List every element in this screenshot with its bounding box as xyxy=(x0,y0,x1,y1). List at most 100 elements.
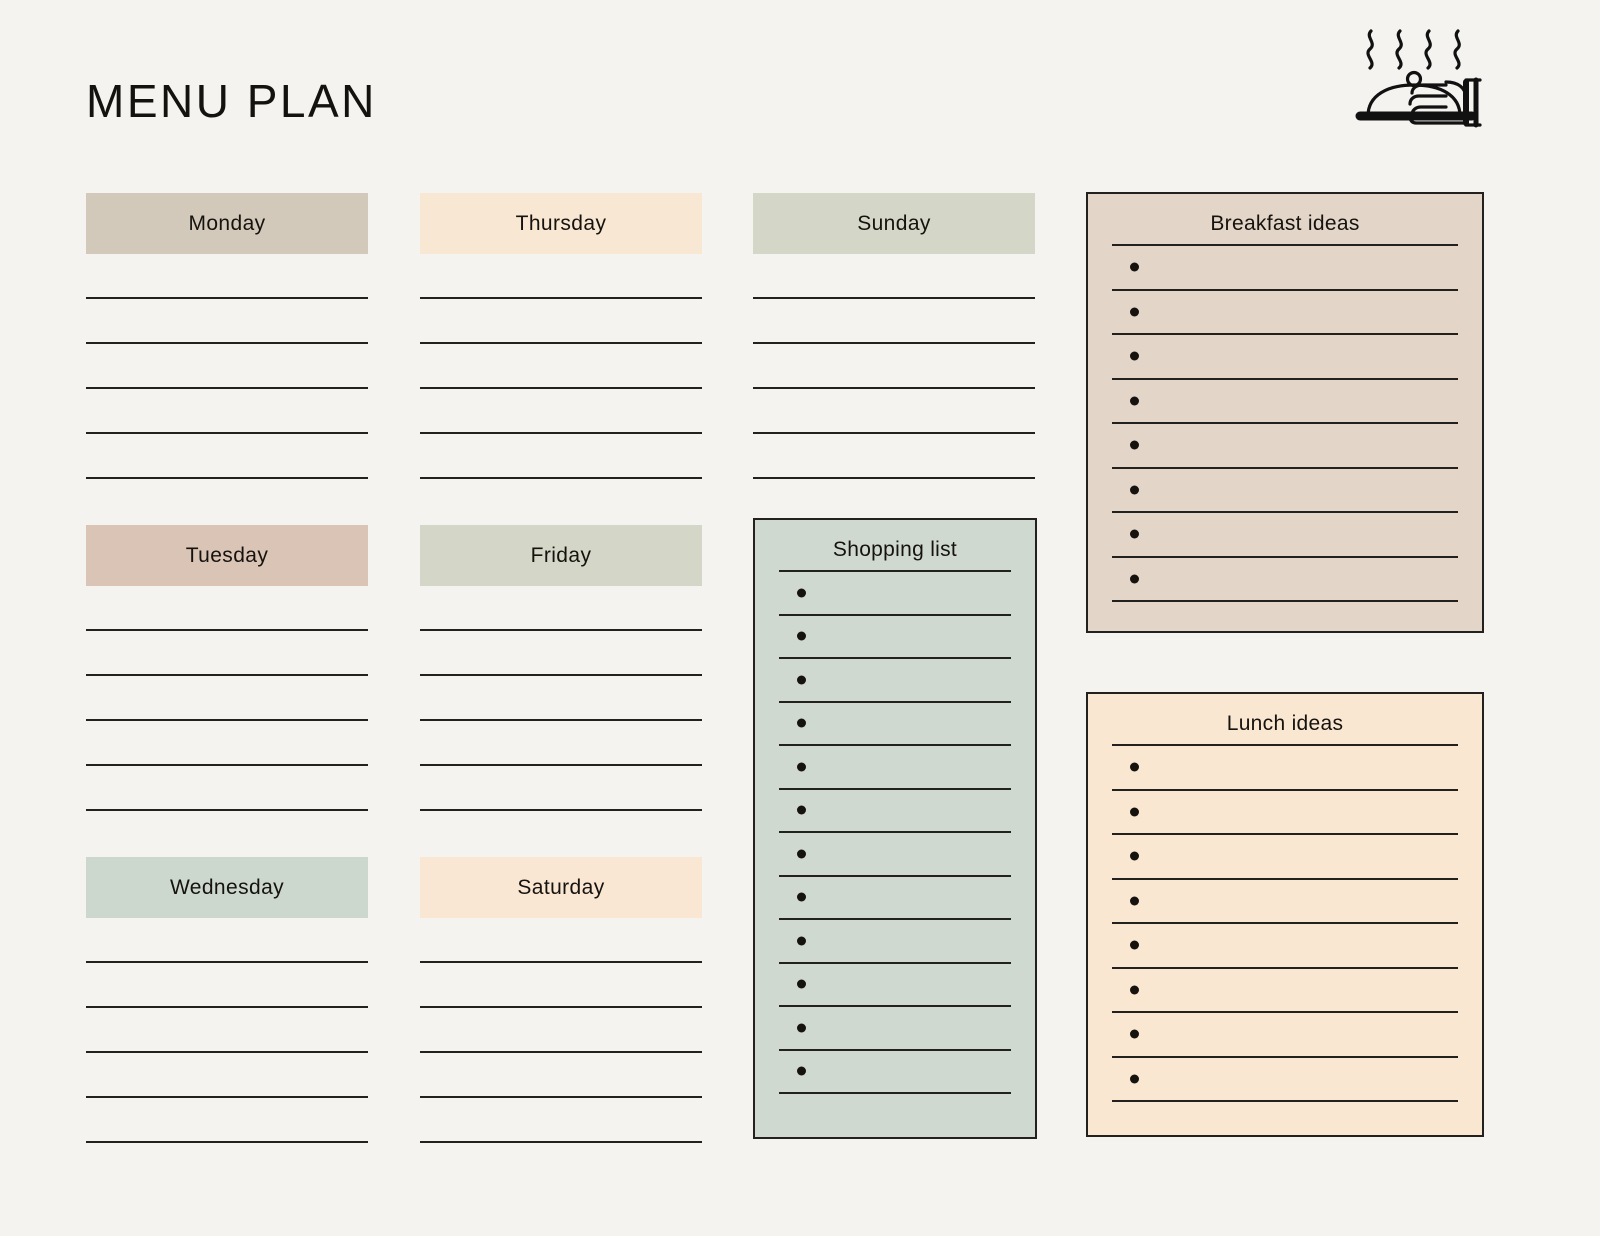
write-line[interactable] xyxy=(753,389,1035,434)
list-item[interactable] xyxy=(1112,835,1458,880)
write-line[interactable] xyxy=(420,254,702,299)
bullet-icon xyxy=(797,849,806,859)
day-header-wednesday[interactable]: Wednesday xyxy=(86,857,368,918)
write-line[interactable] xyxy=(86,586,368,631)
bullet-icon xyxy=(797,631,806,641)
day-header-thursday[interactable]: Thursday xyxy=(420,193,702,254)
write-line[interactable] xyxy=(420,766,702,811)
list-item[interactable] xyxy=(779,1051,1011,1094)
write-line[interactable] xyxy=(420,918,702,963)
list-item[interactable] xyxy=(779,920,1011,964)
list-item[interactable] xyxy=(779,790,1011,833)
write-line[interactable] xyxy=(86,676,368,721)
day-header-friday[interactable]: Friday xyxy=(420,525,702,586)
list-item[interactable] xyxy=(1112,469,1458,513)
write-line[interactable] xyxy=(753,434,1035,479)
write-line[interactable] xyxy=(86,1053,368,1098)
write-line[interactable] xyxy=(753,299,1035,344)
list-item[interactable] xyxy=(1112,1058,1458,1102)
day-header-saturday[interactable]: Saturday xyxy=(420,857,702,918)
day-lines-tuesday xyxy=(86,586,368,811)
list-item[interactable] xyxy=(1112,880,1458,924)
day-lines-wednesday xyxy=(86,918,368,1143)
day-header-sunday[interactable]: Sunday xyxy=(753,193,1035,254)
list-item[interactable] xyxy=(779,572,1011,616)
list-item[interactable] xyxy=(1112,335,1458,380)
day-header-tuesday[interactable]: Tuesday xyxy=(86,525,368,586)
list-item[interactable] xyxy=(1112,791,1458,835)
list-item[interactable] xyxy=(779,1007,1011,1051)
write-line[interactable] xyxy=(86,918,368,963)
write-line[interactable] xyxy=(420,1098,702,1143)
list-item[interactable] xyxy=(779,703,1011,746)
bullet-icon xyxy=(797,979,806,989)
write-line[interactable] xyxy=(420,586,702,631)
write-line[interactable] xyxy=(86,766,368,811)
day-label-tuesday: Tuesday xyxy=(185,543,269,567)
write-line[interactable] xyxy=(420,344,702,389)
bullet-icon xyxy=(1130,896,1139,906)
day-block-tuesday: Tuesday xyxy=(86,525,368,811)
list-item[interactable] xyxy=(779,616,1011,659)
day-label-saturday: Saturday xyxy=(517,875,605,899)
day-block-wednesday: Wednesday xyxy=(86,857,368,1143)
list-item[interactable] xyxy=(779,964,1011,1007)
write-line[interactable] xyxy=(86,631,368,676)
write-line[interactable] xyxy=(753,254,1035,299)
breakfast-ideas-title: Breakfast ideas xyxy=(1112,194,1458,246)
write-line[interactable] xyxy=(420,389,702,434)
bullet-icon xyxy=(797,588,806,598)
write-line[interactable] xyxy=(86,254,368,299)
day-block-saturday: Saturday xyxy=(420,857,702,1143)
list-item[interactable] xyxy=(1112,969,1458,1013)
serving-tray-icon xyxy=(1354,22,1490,137)
write-line[interactable] xyxy=(86,1098,368,1143)
write-line[interactable] xyxy=(86,963,368,1008)
write-line[interactable] xyxy=(86,389,368,434)
list-item[interactable] xyxy=(1112,380,1458,424)
list-item[interactable] xyxy=(1112,513,1458,558)
list-item[interactable] xyxy=(1112,291,1458,335)
day-block-sunday: Sunday xyxy=(753,193,1035,479)
write-line[interactable] xyxy=(420,676,702,721)
write-line[interactable] xyxy=(420,963,702,1008)
write-line[interactable] xyxy=(420,299,702,344)
lunch-ideas-rows xyxy=(1112,746,1458,1102)
day-lines-saturday xyxy=(420,918,702,1143)
write-line[interactable] xyxy=(420,631,702,676)
day-block-thursday: Thursday xyxy=(420,193,702,479)
day-block-monday: Monday xyxy=(86,193,368,479)
bullet-icon xyxy=(1130,574,1139,584)
list-item[interactable] xyxy=(779,877,1011,920)
list-item[interactable] xyxy=(1112,924,1458,969)
write-line[interactable] xyxy=(420,1053,702,1098)
write-line[interactable] xyxy=(420,721,702,766)
breakfast-ideas-panel: Breakfast ideas xyxy=(1086,192,1484,633)
bullet-icon xyxy=(1130,529,1139,539)
day-lines-friday xyxy=(420,586,702,811)
list-item[interactable] xyxy=(779,746,1011,790)
list-item[interactable] xyxy=(1112,746,1458,791)
day-header-monday[interactable]: Monday xyxy=(86,193,368,254)
list-item[interactable] xyxy=(1112,246,1458,291)
write-line[interactable] xyxy=(86,721,368,766)
write-line[interactable] xyxy=(86,1008,368,1053)
write-line[interactable] xyxy=(753,344,1035,389)
list-item[interactable] xyxy=(779,659,1011,703)
write-line[interactable] xyxy=(420,1008,702,1053)
bullet-icon xyxy=(1130,351,1139,361)
list-item[interactable] xyxy=(1112,1013,1458,1058)
breakfast-ideas-rows xyxy=(1112,246,1458,602)
day-block-friday: Friday xyxy=(420,525,702,811)
bullet-icon xyxy=(797,892,806,902)
write-line[interactable] xyxy=(86,299,368,344)
write-line[interactable] xyxy=(420,434,702,479)
list-item[interactable] xyxy=(779,833,1011,877)
day-label-wednesday: Wednesday xyxy=(169,875,285,899)
write-line[interactable] xyxy=(86,434,368,479)
bullet-icon xyxy=(1130,440,1139,450)
shopping-list-rows xyxy=(779,572,1011,1094)
write-line[interactable] xyxy=(86,344,368,389)
list-item[interactable] xyxy=(1112,558,1458,602)
list-item[interactable] xyxy=(1112,424,1458,469)
